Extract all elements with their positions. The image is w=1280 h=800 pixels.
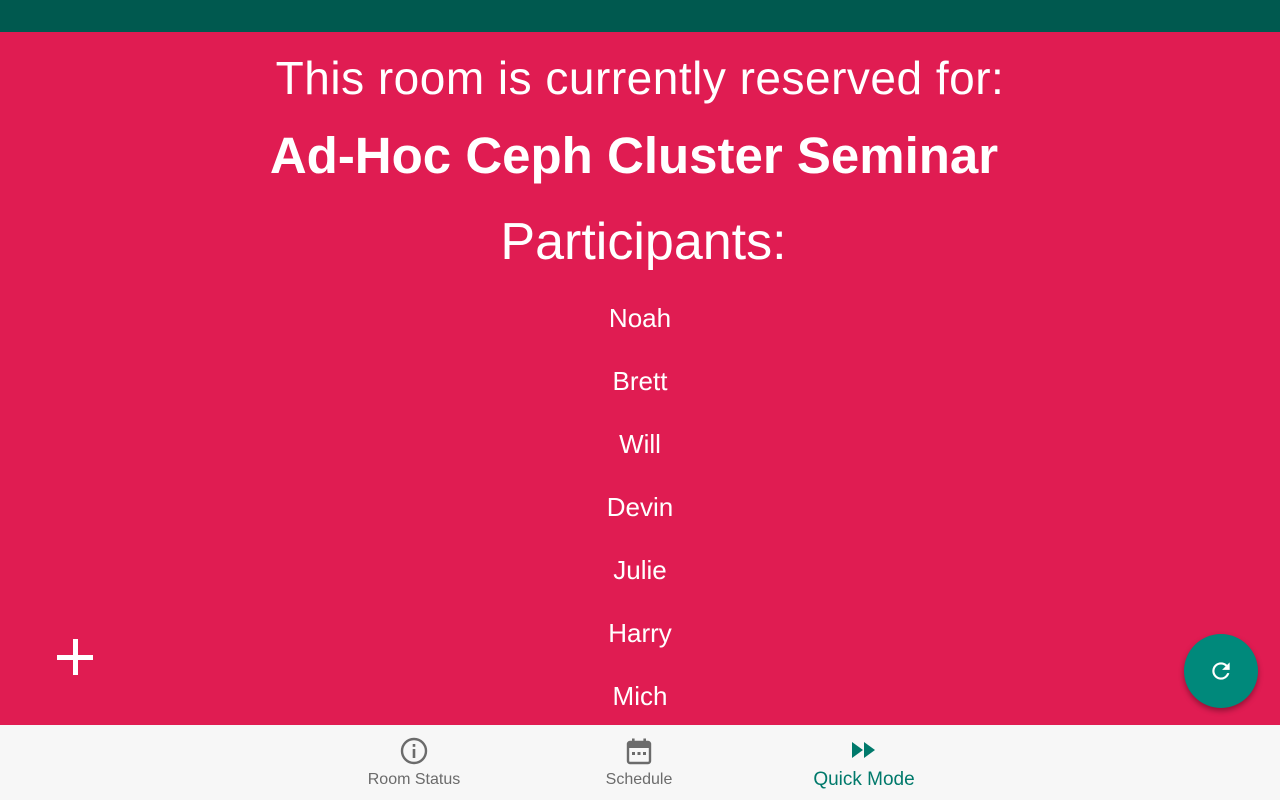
calendar-icon	[626, 738, 652, 765]
participant-item: Mich	[612, 681, 668, 711]
participant-item: Noah	[608, 303, 672, 333]
participants-list: Noah Brett Will Devin Julie Harry Mich	[0, 299, 1280, 725]
participant-item: Harry	[608, 618, 672, 648]
reserved-label: This room is currently reserved for:	[275, 52, 1005, 104]
status-bar	[0, 0, 1280, 32]
participant-item: Julie	[613, 555, 667, 585]
fast-forward-icon	[852, 742, 875, 758]
meeting-title: Ad-Hoc Ceph Cluster Seminar	[269, 127, 999, 184]
refresh-icon	[1212, 662, 1230, 680]
nav-schedule-label: Schedule	[605, 771, 673, 788]
info-icon	[400, 737, 428, 765]
participant-item: Devin	[606, 492, 674, 522]
participants-heading: Participants:	[500, 213, 787, 271]
participant-item: Will	[619, 429, 661, 459]
reservation-panel: This room is currently reserved for: Ad-…	[0, 32, 1280, 725]
nav-room-status-label: Room Status	[367, 771, 461, 788]
bottom-navigation: Room Status Schedule Quick Mode	[0, 725, 1280, 800]
nav-room-status[interactable]: Room Status	[324, 725, 504, 800]
add-participant-button[interactable]	[52, 634, 98, 680]
nav-quick-mode-label: Quick Mode	[813, 769, 915, 790]
refresh-button[interactable]	[1184, 634, 1258, 708]
participant-item: Brett	[612, 366, 668, 396]
nav-schedule[interactable]: Schedule	[549, 725, 729, 800]
nav-quick-mode[interactable]: Quick Mode	[774, 725, 954, 800]
